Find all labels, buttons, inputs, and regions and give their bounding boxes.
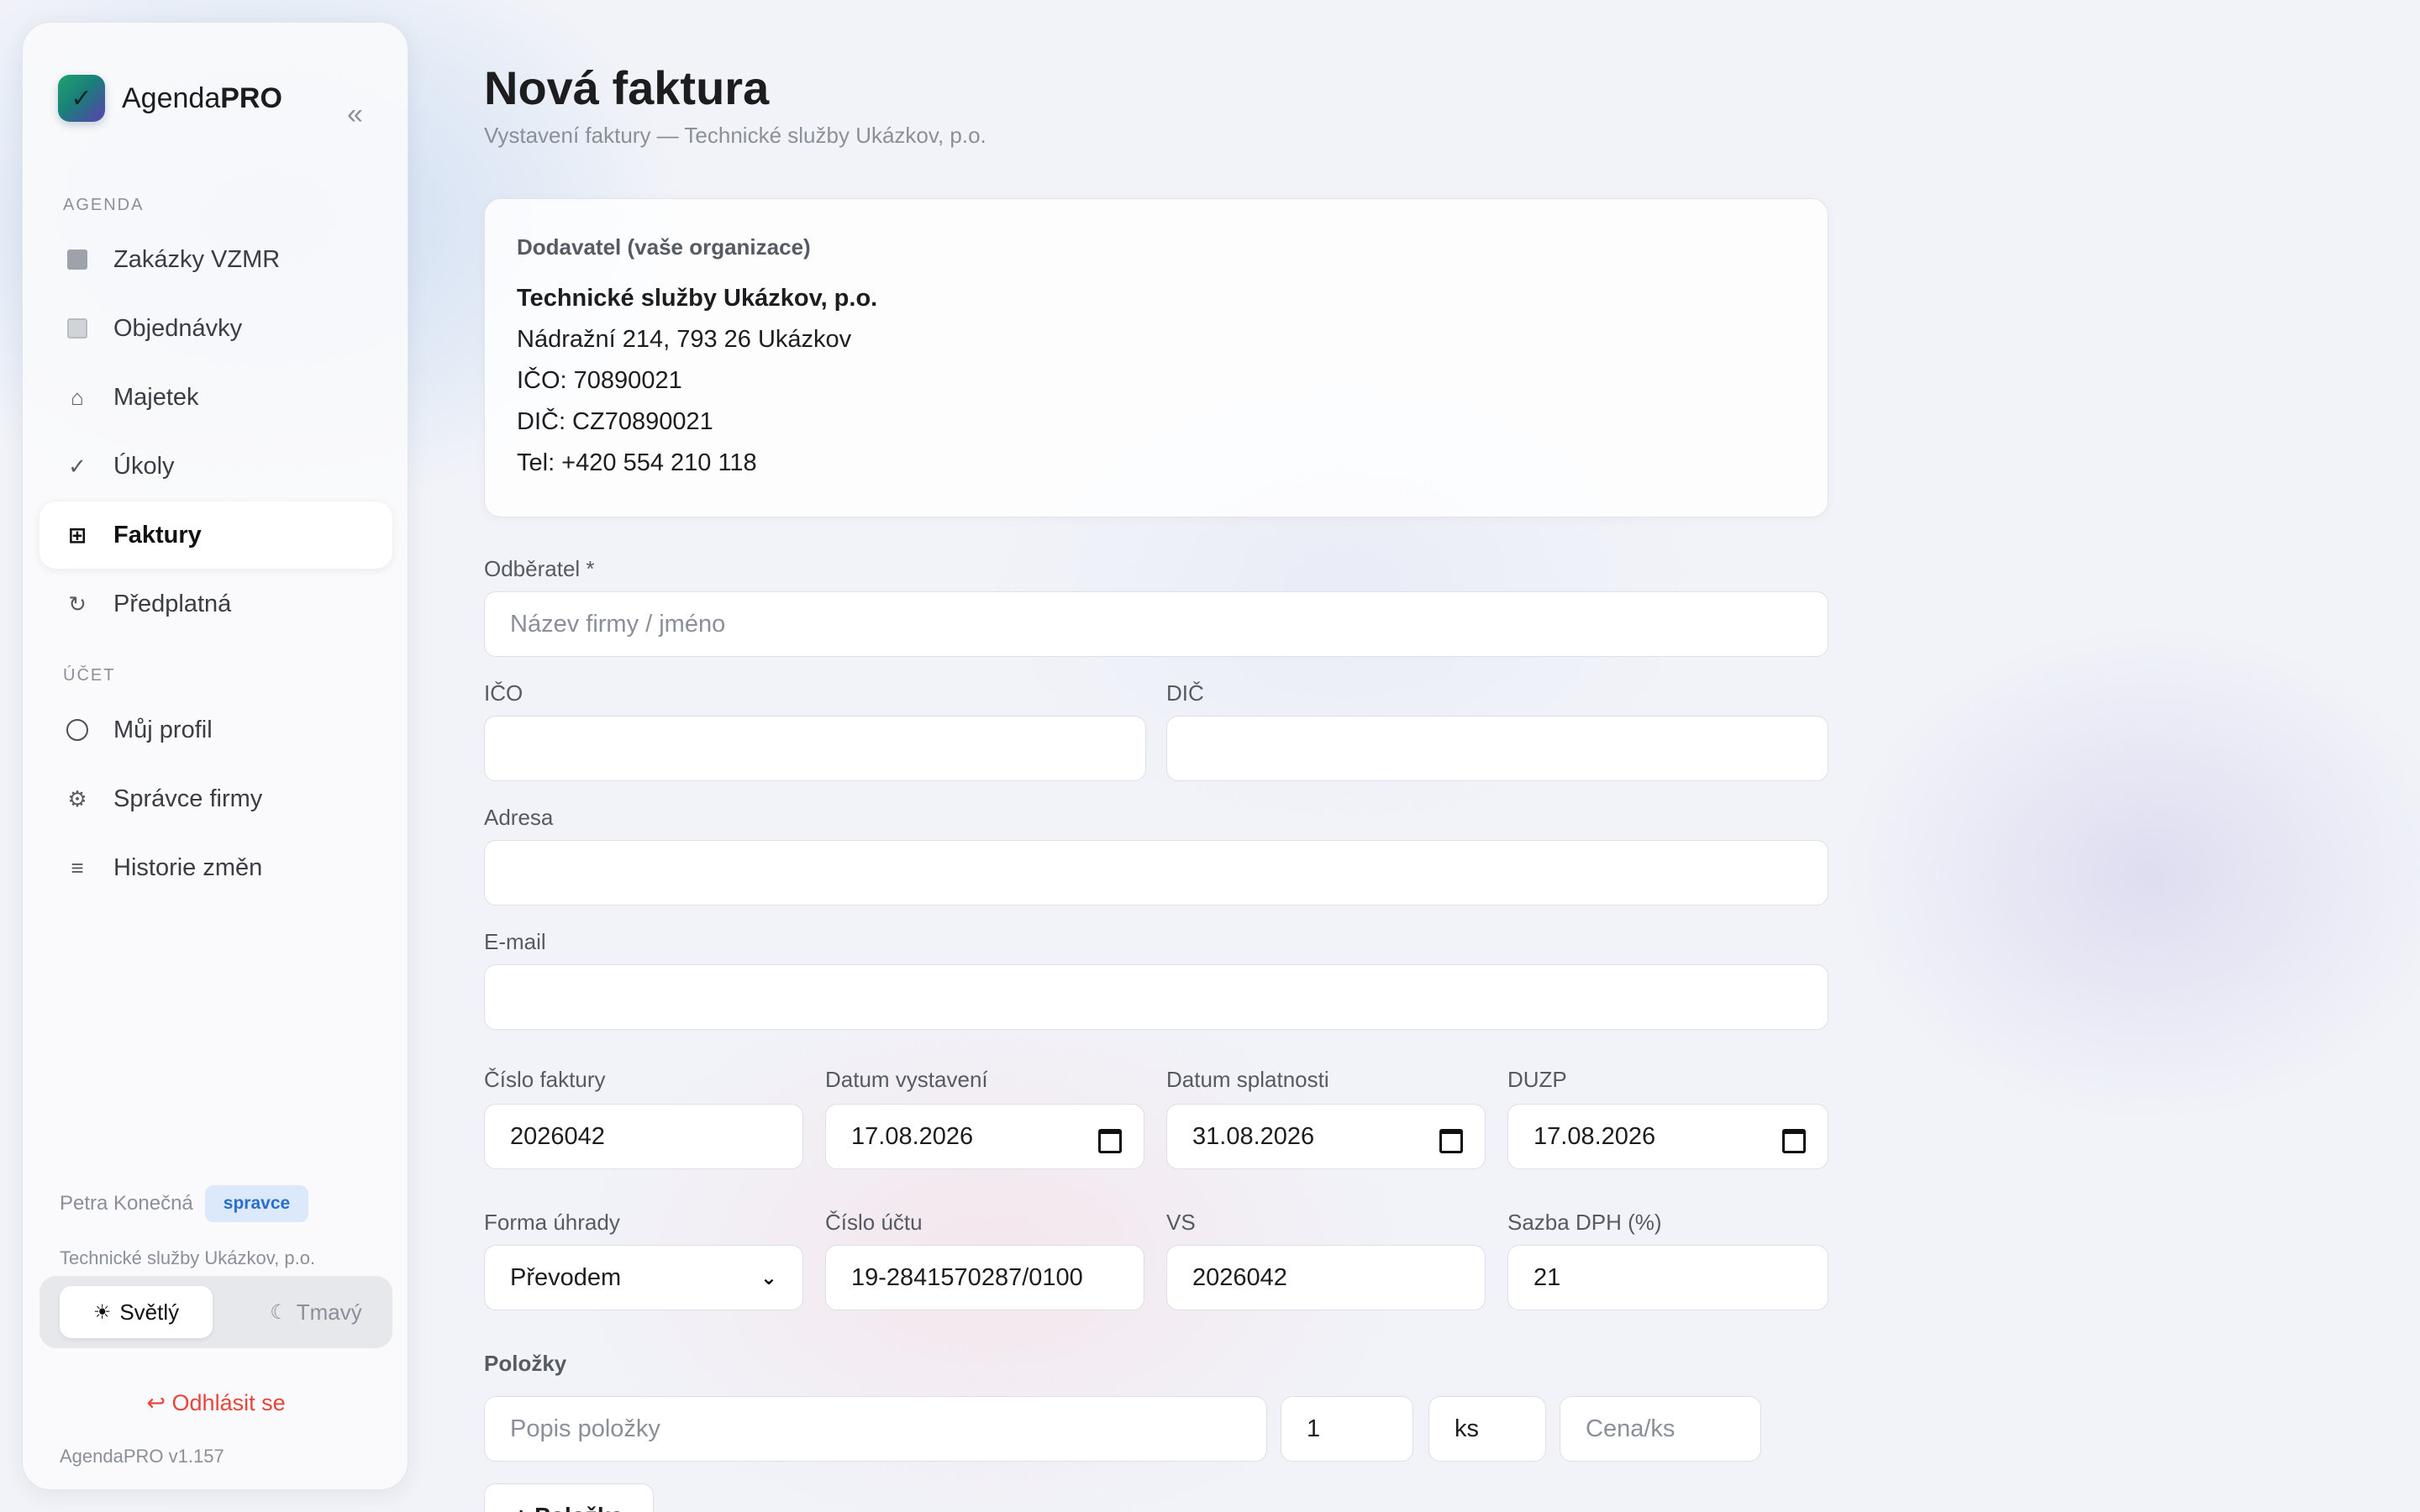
- sidebar-item-label: Správce firmy: [113, 785, 263, 812]
- calendar-icon[interactable]: [1438, 1126, 1463, 1153]
- supplier-address: Nádražní 214, 793 26 Ukázkov: [517, 326, 852, 353]
- ico-input[interactable]: [484, 716, 1146, 781]
- user-name: Petra Konečná: [60, 1192, 193, 1215]
- issue-date-label: Datum vystavení: [825, 1067, 988, 1092]
- supplier-tel: Tel: +420 554 210 118: [517, 449, 757, 476]
- address-input[interactable]: [484, 840, 1828, 906]
- duzp-input[interactable]: 17.08.2026: [1507, 1104, 1828, 1169]
- list-icon: ≡: [71, 854, 84, 880]
- page-subtitle: Vystavení faktury — Technické služby Uká…: [484, 123, 986, 148]
- supplier-ico: IČO: 70890021: [517, 367, 682, 394]
- page-title: Nová faktura: [484, 61, 770, 114]
- invoice-number-label: Číslo faktury: [484, 1067, 606, 1092]
- invoice-number-input[interactable]: 2026042: [484, 1104, 803, 1169]
- home-icon: ⌂: [71, 384, 84, 410]
- item-unit-input[interactable]: ks: [1428, 1396, 1546, 1462]
- ico-label: IČO: [484, 680, 523, 706]
- supplier-name: Technické služby Ukázkov, p.o.: [517, 285, 878, 312]
- user-info: Petra Konečná spravce: [60, 1185, 309, 1222]
- brand[interactable]: ✓ AgendaPRO: [58, 75, 282, 122]
- role-badge: spravce: [204, 1185, 309, 1222]
- sidebar-item-profil[interactable]: Můj profil: [39, 696, 392, 764]
- email-input[interactable]: [484, 964, 1828, 1030]
- add-item-button[interactable]: + Položka: [484, 1483, 654, 1512]
- app-version: AgendaPRO v1.157: [60, 1446, 224, 1467]
- supplier-heading: Dodavatel (vaše organizace): [517, 234, 811, 260]
- customer-label: Odběratel *: [484, 556, 595, 581]
- supplier-dic: DIČ: CZ70890021: [517, 408, 713, 435]
- user-circle-icon: [66, 719, 88, 741]
- theme-switch: ☀ Světlý ☾ Tmavý: [39, 1276, 392, 1348]
- logout-icon: ↩: [146, 1390, 166, 1415]
- sidebar-item-label: Faktury: [113, 521, 202, 549]
- supplier-card: Dodavatel (vaše organizace) Technické sl…: [484, 198, 1828, 517]
- vs-label: VS: [1166, 1210, 1196, 1235]
- payment-method-select[interactable]: Převodem ⌄: [484, 1245, 803, 1310]
- issue-date-input[interactable]: 17.08.2026: [825, 1104, 1144, 1169]
- dic-input[interactable]: [1166, 716, 1828, 781]
- sidebar-item-label: Úkoly: [113, 452, 175, 480]
- square-outline-icon: [66, 318, 88, 339]
- app-name: AgendaPRO: [122, 81, 282, 114]
- logout-button[interactable]: ↩ Odhlásit se: [23, 1390, 409, 1416]
- moon-icon: ☾: [270, 1300, 288, 1324]
- sidebar-item-label: Historie změn: [113, 853, 263, 881]
- sidebar-item-historie[interactable]: ≡ Historie změn: [39, 834, 392, 901]
- gear-icon: ⚙: [67, 785, 87, 811]
- account-number-input[interactable]: 19-2841570287/0100: [825, 1245, 1144, 1310]
- item-description-input[interactable]: Popis položky: [484, 1396, 1267, 1462]
- sidebar-item-predplatna[interactable]: ↻ Předplatná: [39, 570, 392, 638]
- sidebar-item-majetek[interactable]: ⌂ Majetek: [39, 364, 392, 431]
- sidebar-item-label: Můj profil: [113, 716, 213, 743]
- sidebar-item-objednavky[interactable]: Objednávky: [39, 295, 392, 362]
- sidebar-item-zakazky[interactable]: Zakázky VZMR: [39, 226, 392, 293]
- calendar-icon[interactable]: [1781, 1126, 1806, 1153]
- email-label: E-mail: [484, 929, 546, 954]
- nav-section-agenda: AGENDA: [63, 196, 145, 214]
- sidebar-item-label: Zakázky VZMR: [113, 245, 281, 273]
- item-price-input[interactable]: Cena/ks: [1560, 1396, 1761, 1462]
- square-filled-icon: [66, 249, 88, 270]
- due-date-input[interactable]: 31.08.2026: [1166, 1104, 1486, 1169]
- collapse-sidebar-icon[interactable]: «: [347, 100, 363, 129]
- duzp-label: DUZP: [1507, 1067, 1567, 1092]
- vat-rate-input[interactable]: 21: [1507, 1245, 1828, 1310]
- item-quantity-input[interactable]: 1: [1281, 1396, 1413, 1462]
- theme-dark-button[interactable]: ☾ Tmavý: [239, 1286, 392, 1338]
- payment-method-label: Forma úhrady: [484, 1210, 620, 1235]
- theme-light-button[interactable]: ☀ Světlý: [60, 1286, 213, 1338]
- check-icon: ✓: [68, 453, 87, 479]
- calendar-icon[interactable]: [1097, 1126, 1122, 1153]
- sidebar-item-label: Majetek: [113, 383, 199, 411]
- grid-icon: ⊞: [68, 522, 87, 548]
- account-number-label: Číslo účtu: [825, 1210, 923, 1235]
- sun-icon: ☀: [92, 1300, 112, 1324]
- sidebar-item-faktury[interactable]: ⊞ Faktury: [39, 501, 392, 569]
- sidebar-item-spravce[interactable]: ⚙ Správce firmy: [39, 765, 392, 832]
- chevron-down-icon: ⌄: [760, 1266, 777, 1289]
- nav-section-ucet: ÚČET: [63, 666, 116, 685]
- items-section-label: Položky: [484, 1351, 567, 1376]
- address-label: Adresa: [484, 805, 554, 830]
- refresh-icon: ↻: [68, 591, 87, 617]
- sidebar: ✓ AgendaPRO « AGENDA Zakázky VZMR Objedn…: [22, 22, 408, 1490]
- sidebar-item-ukoly[interactable]: ✓ Úkoly: [39, 433, 392, 500]
- vat-rate-label: Sazba DPH (%): [1507, 1210, 1662, 1235]
- organization-name: Technické služby Ukázkov, p.o.: [60, 1247, 316, 1268]
- sidebar-item-label: Objednávky: [113, 314, 243, 342]
- app-logo-icon: ✓: [58, 75, 105, 122]
- due-date-label: Datum splatnosti: [1166, 1067, 1329, 1092]
- vs-input[interactable]: 2026042: [1166, 1245, 1486, 1310]
- sidebar-item-label: Předplatná: [113, 590, 232, 617]
- customer-input[interactable]: Název firmy / jméno: [484, 591, 1828, 657]
- dic-label: DIČ: [1166, 680, 1204, 706]
